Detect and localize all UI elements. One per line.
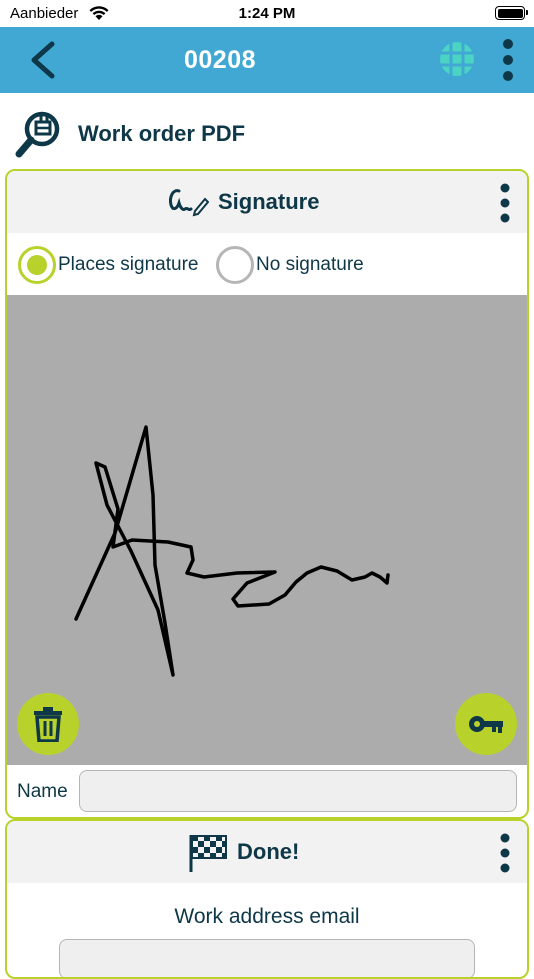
radio-label: No signature <box>256 254 364 275</box>
done-card-menu-icon[interactable] <box>495 831 515 875</box>
page-header: Work order PDF <box>14 107 514 161</box>
radio-selected-indicator[interactable] <box>18 246 56 284</box>
work-address-email-label: Work address email <box>174 905 360 928</box>
done-card: Done! Work address email <box>5 819 529 979</box>
checkered-flag-icon <box>189 835 227 872</box>
name-label: Name <box>17 781 68 802</box>
done-card-body: Work address email <box>7 883 527 977</box>
radio-places-signature[interactable]: Places signature <box>18 246 198 284</box>
signer-name-row: Name <box>7 765 527 817</box>
signature-card-menu-icon[interactable] <box>495 181 515 225</box>
radio-no-signature[interactable]: No signature <box>216 246 364 284</box>
signature-pad[interactable] <box>7 295 527 765</box>
clock: 1:24 PM <box>238 5 296 22</box>
signature-card-header: Signature <box>7 171 527 233</box>
signature-key-button[interactable] <box>455 693 517 755</box>
overflow-menu-icon[interactable] <box>498 37 518 83</box>
work-address-email-input[interactable] <box>59 939 475 977</box>
globe-icon[interactable] <box>437 39 477 79</box>
signature-pen-icon <box>169 189 209 217</box>
done-card-header: Done! <box>7 821 527 883</box>
signature-card-title: Signature <box>218 189 320 214</box>
work-order-number: 00208 <box>183 46 257 74</box>
document-search-icon <box>15 111 60 158</box>
done-card-title: Done! <box>237 839 300 864</box>
signature-stroke <box>74 425 390 677</box>
name-input[interactable] <box>79 770 517 812</box>
app-bar: 00208 <box>0 27 534 93</box>
clear-signature-button[interactable] <box>17 693 79 755</box>
page-title: Work order PDF <box>78 121 246 146</box>
radio-unselected-indicator[interactable] <box>216 246 254 284</box>
trash-icon <box>34 707 62 742</box>
signature-card: Signature Places signature No signature <box>5 169 529 819</box>
status-bar: Aanbieder 1:24 PM <box>0 0 534 27</box>
signature-options: Places signature No signature <box>7 233 527 295</box>
key-icon <box>469 716 503 733</box>
battery-icon <box>495 6 528 20</box>
radio-label: Places signature <box>58 254 199 275</box>
